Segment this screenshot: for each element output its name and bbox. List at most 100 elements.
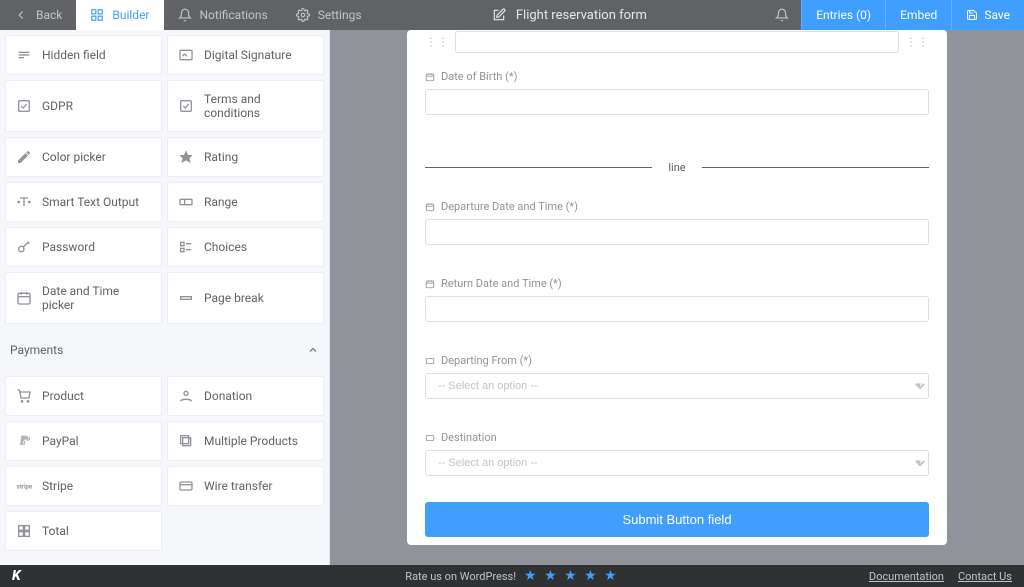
settings-tab[interactable]: Settings	[282, 0, 376, 30]
card-icon	[178, 478, 194, 494]
divider-field[interactable]: line	[425, 131, 929, 184]
field-card-hidden-field[interactable]: Hidden field	[5, 35, 162, 75]
field-card-multiple-products[interactable]: Multiple Products	[167, 421, 324, 461]
form-field[interactable]: Date of Birth (*)	[425, 54, 929, 131]
key-icon	[16, 239, 32, 255]
drag-handle-icon[interactable]: ⋮⋮	[905, 35, 929, 49]
builder-label: Builder	[112, 8, 149, 22]
back-button[interactable]: Back	[0, 0, 76, 30]
field-label: Color picker	[42, 150, 106, 164]
section-buttons[interactable]: Buttons	[0, 556, 329, 565]
pagebreak-icon	[178, 290, 194, 306]
field-card-digital-signature[interactable]: Digital Signature	[167, 35, 324, 75]
field-card-page-break[interactable]: Page break	[167, 272, 324, 324]
plane-icon	[425, 356, 435, 366]
builder-tab[interactable]: Builder	[76, 0, 163, 30]
choices-icon	[178, 239, 194, 255]
star-icon	[178, 149, 194, 165]
field-label: Date of Birth (*)	[441, 70, 517, 83]
field-label: Digital Signature	[204, 48, 292, 62]
field-card-smart-text-output[interactable]: Smart Text Output	[5, 182, 162, 222]
field-card-product[interactable]: Product	[5, 376, 162, 416]
field-label: Donation	[204, 389, 252, 403]
field-label: Product	[42, 389, 84, 403]
range-icon	[178, 194, 194, 210]
form-field[interactable]: Departing From (*) -- Select an option --…	[425, 338, 929, 415]
calendar-icon	[425, 279, 435, 289]
field-label: Smart Text Output	[42, 195, 139, 209]
donation-icon	[178, 388, 194, 404]
entries-button[interactable]: Entries (0)	[801, 0, 885, 30]
field-label: Destination	[441, 431, 497, 444]
builder-icon	[90, 8, 104, 22]
field-card-gdpr[interactable]: GDPR	[5, 80, 162, 132]
field-label: Departure Date and Time (*)	[441, 200, 578, 213]
field-card-stripe[interactable]: stripeStripe	[5, 466, 162, 506]
documentation-link[interactable]: Documentation	[869, 570, 944, 583]
field-card-range[interactable]: Range	[167, 182, 324, 222]
pencil-icon	[16, 149, 32, 165]
bell-icon	[178, 8, 192, 22]
notifications-label: Notifications	[200, 8, 268, 22]
field-label: Total	[42, 524, 69, 538]
field-card-terms-and-conditions[interactable]: Terms and conditions	[167, 80, 324, 132]
field-card-rating[interactable]: Rating	[167, 137, 324, 177]
checkbox-icon	[178, 98, 194, 114]
field-label: Password	[42, 240, 95, 254]
field-grid-payments: ProductDonationPayPalMultiple Productsst…	[0, 371, 329, 556]
field-card-total[interactable]: Total	[5, 511, 162, 551]
star-icons: ★ ★ ★ ★ ★	[524, 568, 619, 584]
sidebar: Hidden field Digital Signature GDPR Terms a…	[0, 30, 330, 565]
form-field[interactable]: Destination-- Select an option --▾	[425, 415, 929, 492]
field-card-color-picker[interactable]: Color picker	[5, 137, 162, 177]
topbar: Back Builder Notifications Settings Flig…	[0, 0, 1024, 30]
field-label: Hidden field	[42, 48, 106, 62]
notifications-bell[interactable]	[763, 0, 801, 30]
field-card-password[interactable]: Password	[5, 227, 162, 267]
select-input[interactable]: -- Select an option --	[425, 373, 929, 399]
drag-placeholder[interactable]: ⋮⋮ ⋮⋮	[425, 30, 929, 54]
settings-label: Settings	[318, 8, 362, 22]
embed-button[interactable]: Embed	[885, 0, 951, 30]
divider-label: line	[668, 161, 685, 174]
edit-icon	[492, 8, 506, 22]
svg-text:stripe: stripe	[17, 484, 32, 491]
chevron-left-icon	[14, 8, 28, 22]
field-card-choices[interactable]: Choices	[167, 227, 324, 267]
field-label: Terms and conditions	[204, 92, 313, 120]
canvas: ⋮⋮ ⋮⋮ Date of Birth (*) line Departure Date …	[330, 30, 1024, 565]
back-label: Back	[36, 8, 62, 22]
field-label: PayPal	[42, 434, 79, 448]
text-icon	[16, 194, 32, 210]
calendar-icon	[16, 290, 32, 306]
text-input[interactable]	[425, 296, 929, 322]
field-card-paypal[interactable]: PayPal	[5, 421, 162, 461]
total-icon	[16, 523, 32, 539]
bell-icon	[775, 8, 789, 22]
chevron-up-icon	[307, 344, 319, 356]
field-card-donation[interactable]: Donation	[167, 376, 324, 416]
field-grid-general: Hidden field Digital Signature GDPR Terms a…	[0, 30, 329, 329]
save-button[interactable]: Save	[951, 0, 1024, 30]
field-label: Departing From (*)	[441, 354, 532, 367]
field-card-wire-transfer[interactable]: Wire transfer	[167, 466, 324, 506]
text-input[interactable]	[425, 219, 929, 245]
text-input[interactable]	[425, 89, 929, 115]
form-field[interactable]: Return Date and Time (*)	[425, 261, 929, 338]
contact-link[interactable]: Contact Us	[958, 570, 1012, 583]
field-label: Return Date and Time (*)	[441, 277, 562, 290]
rate-us[interactable]: Rate us on WordPress! ★ ★ ★ ★ ★	[405, 568, 618, 584]
drag-handle-icon[interactable]: ⋮⋮	[425, 35, 449, 49]
submit-button-field[interactable]: Submit Button field	[425, 502, 929, 537]
section-payments[interactable]: Payments	[0, 329, 329, 371]
plane-icon	[425, 433, 435, 443]
form-field[interactable]: Departure Date and Time (*)	[425, 184, 929, 261]
select-input[interactable]: -- Select an option --	[425, 450, 929, 476]
multi-icon	[178, 433, 194, 449]
calendar-icon	[425, 202, 435, 212]
field-card-date-and-time-picker[interactable]: Date and Time picker	[5, 272, 162, 324]
eye-off-icon	[16, 47, 32, 63]
paypal-icon	[16, 433, 32, 449]
notifications-tab[interactable]: Notifications	[164, 0, 282, 30]
form-title-wrap[interactable]: Flight reservation form	[376, 8, 764, 23]
